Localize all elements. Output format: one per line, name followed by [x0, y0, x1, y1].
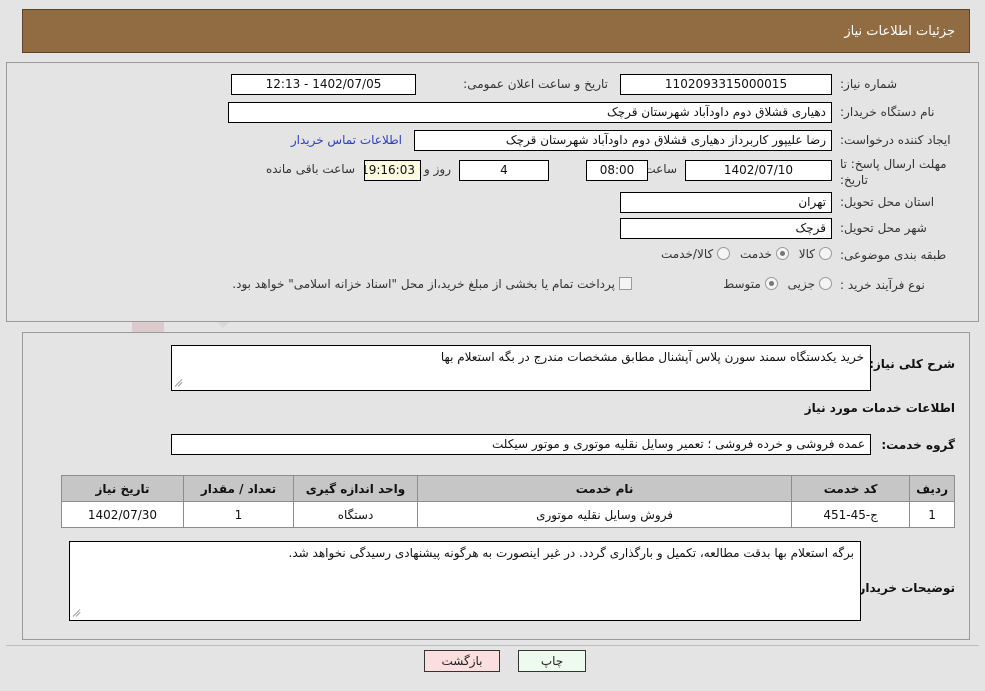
services-heading: اطلاعات خدمات مورد نیاز	[804, 401, 955, 415]
deadline-days-value: 4	[459, 160, 549, 181]
buyer-notes-value: برگه استعلام بها بدقت مطالعه، تکمیل و با…	[288, 546, 854, 560]
radio-subject-kala-khedmat[interactable]	[717, 247, 731, 260]
service-group-value: عمده فروشی و خرده فروشی ؛ تعمیر وسایل نق…	[171, 434, 871, 455]
resize-grip-icon	[174, 376, 186, 388]
radio-subject-khedmat-label: خدمت	[740, 246, 772, 261]
radio-purchase-motavaset[interactable]	[764, 277, 778, 290]
cell-quantity: 1	[183, 501, 294, 528]
page-header: جزئیات اطلاعات نیاز	[22, 9, 970, 53]
col-unit: واحد اندازه گیری	[293, 475, 418, 502]
buyer-contact-link[interactable]: اطلاعات تماس خریدار	[291, 133, 402, 147]
print-button[interactable]: چاپ	[518, 650, 586, 672]
cell-service-name: فروش وسایل نقلیه موتوری	[416, 501, 793, 528]
deadline-countdown-value: 19:16:03	[364, 160, 421, 181]
deadline-date-value: 1402/07/10	[685, 160, 832, 181]
services-table: ردیف کد خدمت نام خدمت واحد اندازه گیری ت…	[61, 475, 955, 528]
radio-subject-kala[interactable]	[819, 247, 832, 260]
radio-purchase-jozei-label: جزیی	[787, 276, 815, 291]
table-header-row: ردیف کد خدمت نام خدمت واحد اندازه گیری ت…	[61, 475, 955, 502]
need-details-panel: شرح کلی نیاز: خرید یکدستگاه سمند سورن پل…	[22, 332, 970, 640]
page-root: AriaTender .net جزئیات اطلاعات نیاز شمار…	[0, 0, 985, 691]
radio-subject-khedmat[interactable]	[775, 247, 789, 260]
cell-row-no: 1	[909, 501, 955, 528]
need-info-panel: شماره نیاز: 1102093315000015 تاریخ و ساع…	[6, 62, 979, 322]
footer-divider	[6, 645, 979, 646]
deadline-time-value: 08:00	[586, 160, 648, 181]
treasury-bond-option: پرداخت تمام یا بخشی از مبلغ خرید،از محل …	[226, 276, 632, 291]
need-number-value: 1102093315000015	[620, 74, 832, 95]
buyer-notes-label: توضیحات خریدار:	[853, 581, 955, 595]
back-button[interactable]: بازگشت	[424, 650, 500, 672]
purchase-type-label: نوع فرآیند خرید :	[840, 278, 925, 292]
col-need-date: تاریخ نیاز	[61, 475, 184, 502]
cell-unit: دستگاه	[293, 501, 418, 528]
buyer-org-label: نام دستگاه خریدار:	[840, 105, 935, 119]
need-number-label: شماره نیاز:	[840, 77, 897, 91]
treasury-bond-text: پرداخت تمام یا بخشی از مبلغ خرید،از محل …	[232, 276, 615, 291]
service-group-label: گروه خدمت:	[881, 438, 955, 452]
general-desc-textarea[interactable]: خرید یکدستگاه سمند سورن پلاس آپشنال مطاب…	[171, 345, 871, 391]
subject-class-options: کالا خدمت کالا/خدمت	[655, 246, 832, 261]
col-quantity: تعداد / مقدار	[183, 475, 294, 502]
delivery-city-value: قرچک	[620, 218, 832, 239]
col-service-code: کد خدمت	[791, 475, 911, 502]
deadline-countdown-suffix: ساعت باقی مانده	[265, 162, 355, 176]
buyer-notes-textarea[interactable]: برگه استعلام بها بدقت مطالعه، تکمیل و با…	[69, 541, 861, 621]
radio-subject-kala-label: کالا	[798, 246, 815, 261]
radio-subject-kala-khedmat-label: کالا/خدمت	[661, 246, 714, 261]
requester-value: رضا علیپور کاربرداز دهیاری قشلاق دوم داو…	[414, 130, 832, 151]
resize-grip-icon-notes	[72, 606, 84, 618]
general-desc-value: خرید یکدستگاه سمند سورن پلاس آپشنال مطاب…	[440, 350, 864, 364]
announce-datetime-label: تاریخ و ساعت اعلان عمومی:	[463, 77, 608, 91]
delivery-province-value: تهران	[620, 192, 832, 213]
cell-service-code: ج-45-451	[791, 501, 911, 528]
delivery-city-label: شهر محل تحویل:	[840, 221, 927, 235]
purchase-type-options: جزیی متوسط	[717, 276, 832, 291]
buyer-org-value: دهیاری قشلاق دوم داودآباد شهرستان قرچک	[228, 102, 832, 123]
requester-label: ایجاد کننده درخواست:	[840, 133, 951, 147]
deadline-label: مهلت ارسال پاسخ: تا تاریخ:	[840, 157, 947, 187]
col-row-no: ردیف	[909, 475, 955, 502]
deadline-days-suffix: روز و	[424, 162, 451, 176]
general-desc-label: شرح کلی نیاز:	[869, 357, 955, 371]
checkbox-treasury-bond[interactable]	[619, 277, 632, 290]
announce-datetime-value: 1402/07/05 - 12:13	[231, 74, 416, 95]
col-service-name: نام خدمت	[416, 475, 793, 502]
subject-class-label: طبقه بندی موضوعی:	[840, 248, 947, 262]
radio-purchase-jozei[interactable]	[819, 277, 832, 290]
table-row: 1 ج-45-451 فروش وسایل نقلیه موتوری دستگا…	[61, 501, 955, 528]
page-title: جزئیات اطلاعات نیاز	[844, 23, 955, 39]
cell-need-date: 1402/07/30	[61, 501, 184, 528]
radio-purchase-motavaset-label: متوسط	[723, 276, 761, 291]
delivery-province-label: استان محل تحویل:	[840, 195, 935, 209]
